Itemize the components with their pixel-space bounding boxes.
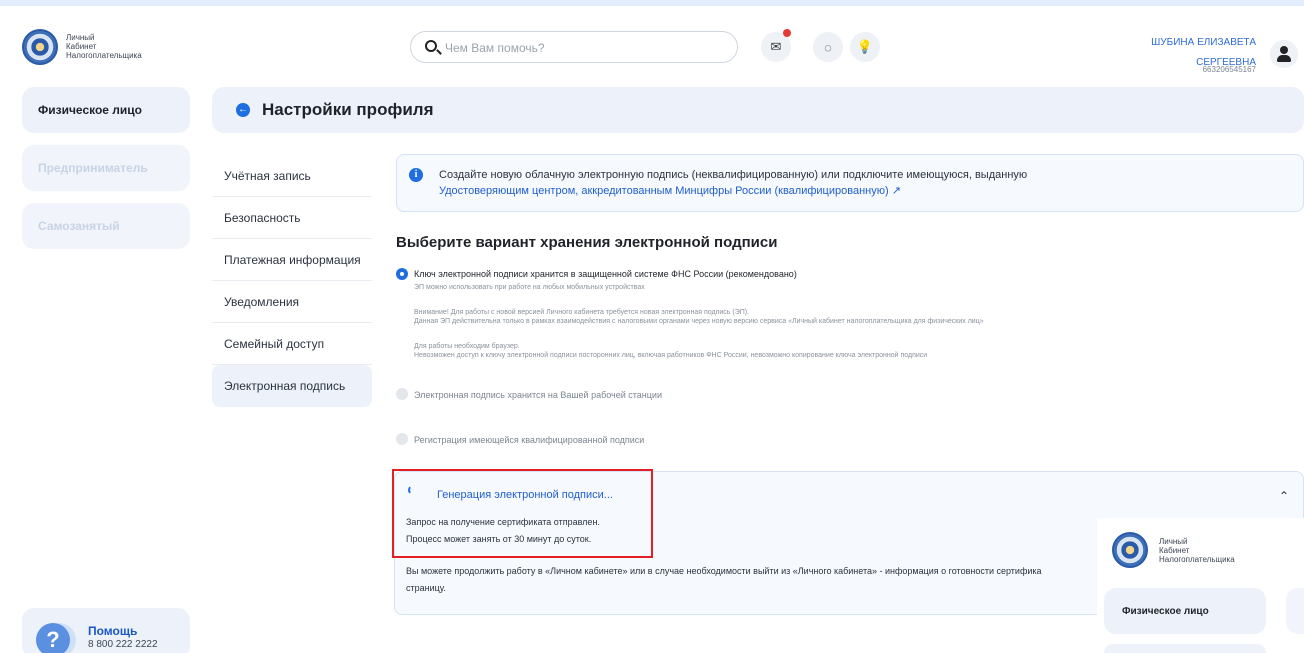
note-mobile: ЭП можно использовать при работе на любы… (414, 284, 645, 291)
sidebar-item-self-employed[interactable]: Самозанятый (22, 203, 190, 249)
note-warning-line2: Данная ЭП действительна только в рамках … (414, 318, 984, 325)
inset-logo-title: Личный Кабинет Налогоплательщика (1159, 537, 1235, 564)
help-card[interactable]: ? Помощь 8 800 222 2222 (22, 608, 190, 653)
note-browser-line2: Невозможен доступ к ключу электронной по… (414, 352, 928, 359)
visibility-button[interactable]: ◌ (813, 32, 843, 62)
menu-item-payment[interactable]: Платежная информация (212, 239, 372, 281)
back-arrow-icon[interactable]: ← (236, 103, 250, 117)
radio-workstation[interactable] (396, 388, 408, 400)
search-input[interactable]: Чем Вам помочь? (410, 31, 738, 63)
eye-slash-icon: ◌ (824, 39, 832, 55)
highlight-frame (392, 469, 653, 558)
info-text: Создайте новую облачную электронную подп… (439, 169, 1028, 181)
logo-title[interactable]: Личный Кабинет Налогоплательщика (66, 33, 142, 60)
user-inn: 663206545167 (1202, 65, 1256, 74)
note-warning-line1: Внимание! Для работы с новой версией Лич… (414, 309, 750, 316)
option-workstation-label[interactable]: Электронная подпись хранится на Вашей ра… (414, 390, 662, 400)
menu-item-notifications[interactable]: Уведомления (212, 281, 372, 323)
continue-text-line1: Вы можете продолжить работу в «Личном ка… (406, 566, 1042, 576)
inset-side-card-partial (1286, 588, 1304, 634)
sidebar-item-entrepreneur[interactable]: Предприниматель (22, 145, 190, 191)
radio-fns-cloud[interactable] (396, 268, 408, 280)
fns-emblem-icon (1112, 532, 1148, 568)
continue-text-line2: страницу. (406, 583, 446, 593)
tips-button[interactable]: 💡 (850, 32, 880, 62)
search-placeholder: Чем Вам помочь? (445, 41, 545, 55)
menu-item-e-signature[interactable]: Электронная подпись (212, 365, 372, 407)
mail-icon: ✉ (770, 39, 782, 54)
help-question-icon: ? (36, 623, 70, 653)
page-title: Настройки профиля (262, 100, 434, 119)
menu-item-family-access[interactable]: Семейный доступ (212, 323, 372, 365)
fns-emblem-icon[interactable] (22, 29, 58, 65)
option-qualified-label[interactable]: Регистрация имеющейся квалифицированной … (414, 435, 644, 445)
certification-center-link[interactable]: Удостоверяющим центром, аккредитованным … (439, 184, 901, 197)
note-browser-line1: Для работы необходим браузер. (414, 343, 520, 350)
section-title: Выберите вариант хранения электронной по… (396, 234, 778, 251)
top-accent-line (0, 0, 1304, 6)
help-phone[interactable]: 8 800 222 2222 (88, 639, 158, 650)
page-header: ← Настройки профиля (212, 87, 1304, 133)
help-title: Помощь (88, 624, 138, 638)
inset-sidebar-item-individual: Физическое лицо (1104, 588, 1266, 634)
info-icon: i (409, 168, 423, 182)
user-avatar-icon[interactable] (1270, 40, 1298, 68)
notification-dot (783, 29, 791, 37)
search-icon (425, 40, 437, 52)
radio-qualified[interactable] (396, 433, 408, 445)
menu-item-account[interactable]: Учётная запись (212, 155, 372, 197)
inset-side-card-lower (1104, 644, 1266, 653)
option-fns-cloud-label[interactable]: Ключ электронной подписи хранится в защи… (414, 269, 797, 279)
info-banner: i Создайте новую облачную электронную по… (396, 154, 1304, 212)
chevron-up-icon[interactable]: ⌃ (1279, 489, 1289, 503)
sidebar-item-individual[interactable]: Физическое лицо (22, 87, 190, 133)
mail-button[interactable]: ✉ (761, 29, 791, 62)
menu-item-security[interactable]: Безопасность (212, 197, 372, 239)
lightbulb-icon: 💡 (856, 39, 874, 54)
